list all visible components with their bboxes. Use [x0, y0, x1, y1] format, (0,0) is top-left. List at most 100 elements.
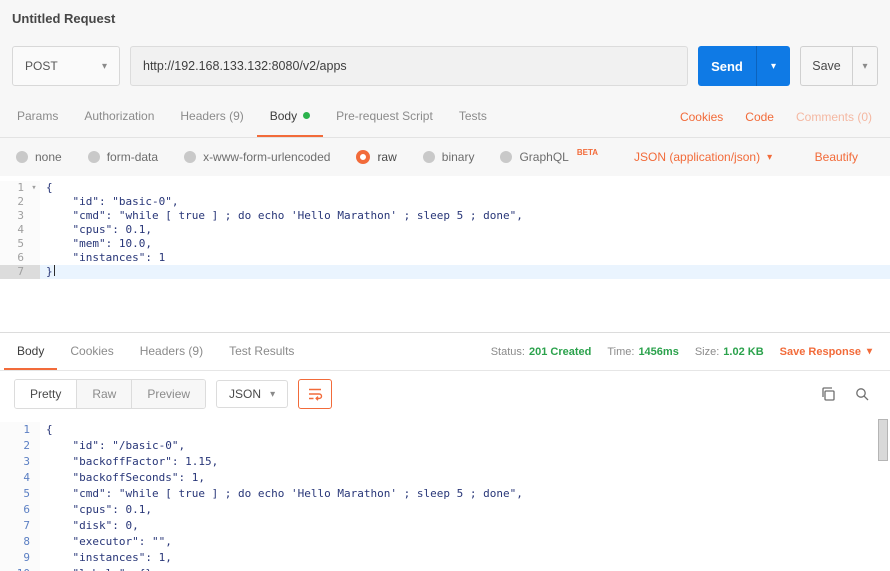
content-type-value: JSON (application/json)	[634, 150, 760, 164]
fold-caret-icon[interactable]: ▾	[28, 181, 40, 195]
response-scrollbar	[877, 419, 888, 569]
bodytype-binary-label: binary	[442, 150, 475, 164]
bodytype-form-data[interactable]: form-data	[88, 150, 158, 164]
code-line: 4 "backoffSeconds": 1,	[0, 470, 890, 486]
gutter: 5	[0, 486, 40, 502]
tab-body[interactable]: Body	[257, 96, 323, 137]
view-raw[interactable]: Raw	[77, 380, 132, 408]
bodytype-formdata-label: form-data	[107, 150, 158, 164]
send-button[interactable]: Send	[698, 46, 756, 86]
line-number: 7	[23, 518, 40, 534]
line-number: 4	[23, 470, 40, 486]
code-text: "mem": 10.0,	[40, 237, 152, 251]
gutter: 9	[0, 550, 40, 566]
code-text: "backoffSeconds": 1,	[40, 470, 205, 486]
code-text: "id": "basic-0",	[40, 195, 178, 209]
radio-icon	[500, 151, 512, 163]
text-cursor	[54, 265, 55, 276]
chevron-down-icon: ▾	[771, 61, 776, 72]
scrollbar-thumb[interactable]	[878, 419, 888, 461]
code-text: }	[40, 265, 53, 279]
code-link[interactable]: Code	[745, 110, 774, 124]
response-tab-body-label: Body	[17, 344, 44, 358]
code-line: 7 "disk": 0,	[0, 518, 890, 534]
request-side-links: Cookies Code Comments (0)	[680, 96, 886, 137]
tab-tests[interactable]: Tests	[446, 96, 500, 137]
line-number: 2	[17, 195, 28, 209]
response-tab-test-results[interactable]: Test Results	[216, 333, 307, 370]
line-number: 1	[23, 422, 40, 438]
request-title: Untitled Request	[12, 11, 115, 26]
tab-headers[interactable]: Headers (9)	[167, 96, 256, 137]
status-stat: Status:201 Created	[491, 346, 592, 358]
save-options-caret[interactable]: ▾	[852, 46, 878, 86]
gutter: 6	[0, 502, 40, 518]
copy-button[interactable]	[820, 386, 836, 402]
tab-params-label: Params	[17, 109, 58, 123]
response-format-select[interactable]: JSON ▾	[216, 380, 288, 408]
gutter: 4	[0, 223, 40, 237]
gutter: 6	[0, 251, 40, 265]
gutter: 3	[0, 209, 40, 223]
request-url-bar: POST ▾ Send ▾ Save ▾	[0, 36, 890, 96]
bodytype-graphql[interactable]: GraphQLBETA	[500, 150, 598, 164]
tab-prerequest-script[interactable]: Pre-request Script	[323, 96, 446, 137]
response-format-value: JSON	[229, 387, 261, 401]
chevron-down-icon: ▾	[862, 61, 867, 72]
view-pretty[interactable]: Pretty	[15, 380, 77, 408]
search-icon	[854, 386, 870, 402]
request-title-bar: Untitled Request	[0, 0, 890, 36]
line-number: 7	[17, 265, 28, 279]
bodytype-binary[interactable]: binary	[423, 150, 475, 164]
gutter: 4	[0, 470, 40, 486]
send-options-caret[interactable]: ▾	[756, 46, 790, 86]
save-response-button[interactable]: Save Response▾	[780, 346, 872, 358]
bodytype-raw[interactable]: raw	[356, 150, 396, 164]
body-modified-dot	[303, 112, 310, 119]
bodytype-urlencoded-label: x-www-form-urlencoded	[203, 150, 330, 164]
copy-icon	[820, 386, 836, 402]
code-text: "backoffFactor": 1.15,	[40, 454, 218, 470]
content-type-select[interactable]: JSON (application/json) ▾	[634, 150, 772, 164]
method-select[interactable]: POST ▾	[12, 46, 120, 86]
request-body-editor[interactable]: 1▾ { 2 "id": "basic-0", 3 "cmd": "while …	[0, 176, 890, 332]
bodytype-graphql-label: GraphQL	[519, 150, 568, 164]
response-body-viewer[interactable]: 1 { 2 "id": "/basic-0", 3 "backoffFactor…	[0, 417, 890, 571]
response-tab-body[interactable]: Body	[4, 333, 57, 370]
save-button[interactable]: Save	[800, 46, 852, 86]
bodytype-raw-label: raw	[377, 150, 396, 164]
fold-spacer	[28, 195, 40, 209]
line-number: 9	[23, 550, 40, 566]
gutter: 3	[0, 454, 40, 470]
line-number: 5	[23, 486, 40, 502]
beautify-link[interactable]: Beautify	[815, 150, 858, 164]
tab-authorization[interactable]: Authorization	[71, 96, 167, 137]
wrap-text-button[interactable]	[298, 379, 332, 409]
code-text: "instances": 1	[40, 251, 165, 265]
method-value: POST	[25, 59, 58, 73]
search-button[interactable]	[854, 386, 870, 402]
response-tab-cookies[interactable]: Cookies	[57, 333, 126, 370]
bodytype-none-label: none	[35, 150, 62, 164]
fold-spacer	[28, 251, 40, 265]
gutter: 1	[0, 422, 40, 438]
comments-link[interactable]: Comments (0)	[796, 110, 872, 124]
response-tabs: Body Cookies Headers (9) Test Results St…	[0, 333, 890, 371]
line-number: 6	[17, 251, 28, 265]
line-number: 5	[17, 237, 28, 251]
view-preview[interactable]: Preview	[132, 380, 205, 408]
code-line: 2 "id": "/basic-0",	[0, 438, 890, 454]
tab-params[interactable]: Params	[4, 96, 71, 137]
cookies-link[interactable]: Cookies	[680, 110, 723, 124]
code-line: 10 "labels": {},	[0, 566, 890, 571]
bodytype-none[interactable]: none	[16, 150, 62, 164]
size-label: Size:	[695, 346, 719, 358]
response-tab-headers[interactable]: Headers (9)	[127, 333, 216, 370]
code-line: 3 "backoffFactor": 1.15,	[0, 454, 890, 470]
bodytype-urlencoded[interactable]: x-www-form-urlencoded	[184, 150, 330, 164]
status-label: Status:	[491, 346, 525, 358]
line-number: 10	[17, 566, 40, 571]
gutter: 7	[0, 265, 40, 279]
url-input[interactable]	[130, 46, 688, 86]
chevron-down-icon: ▾	[767, 152, 772, 163]
